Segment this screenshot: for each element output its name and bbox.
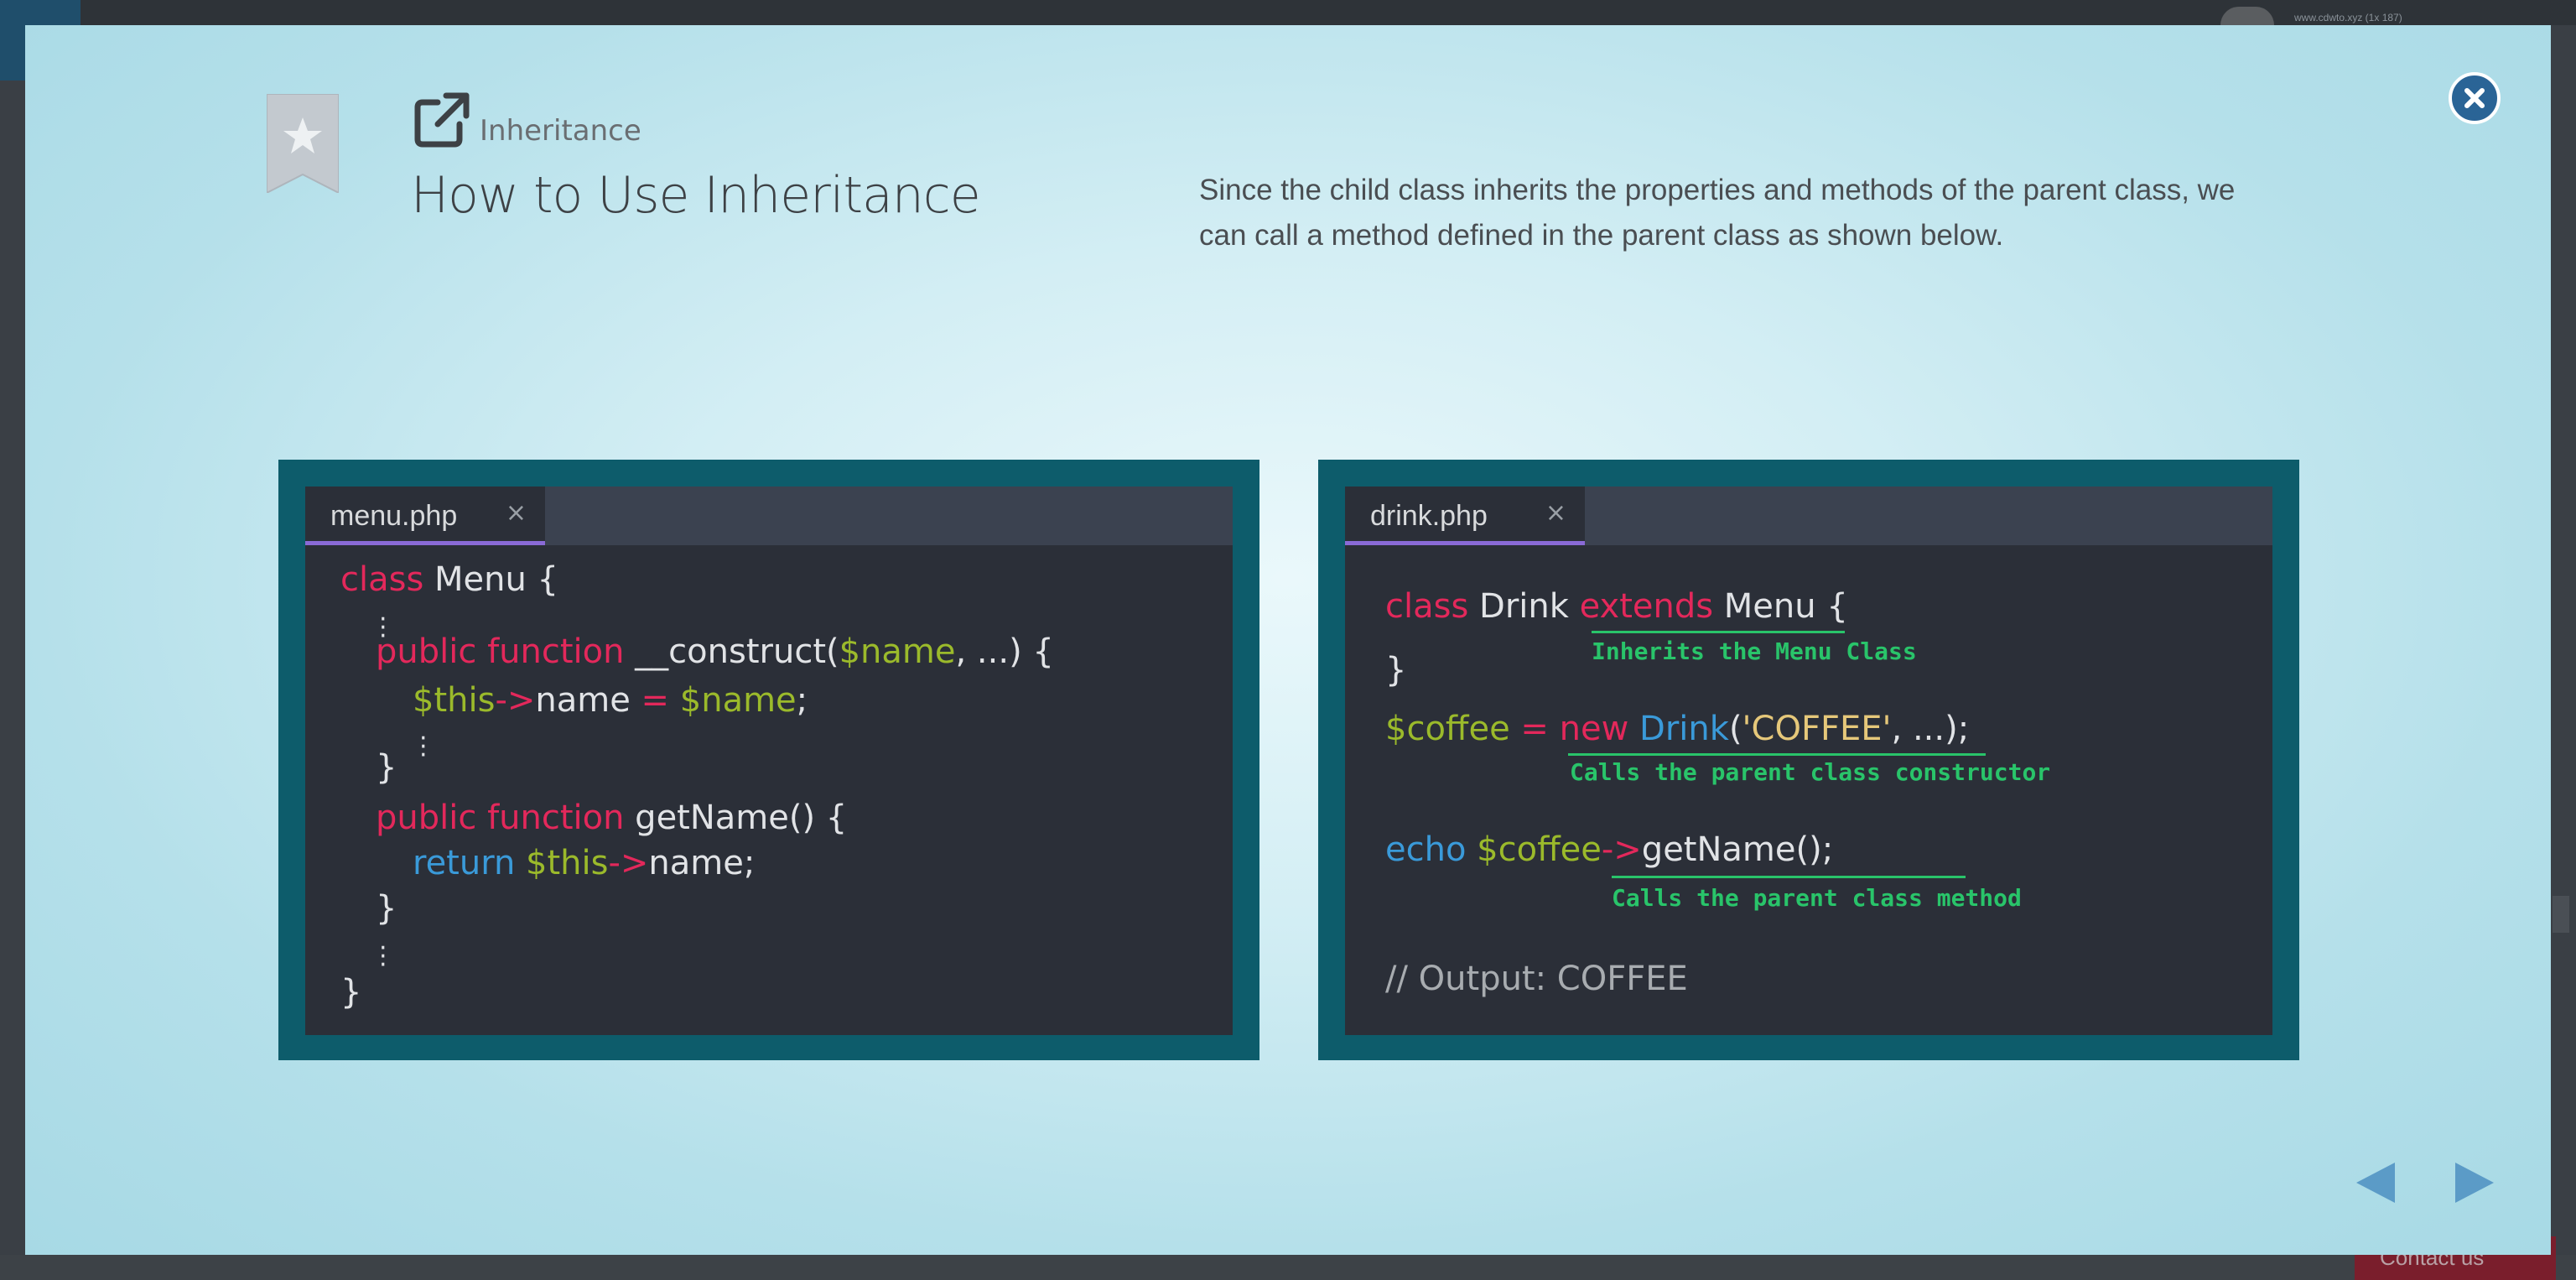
code-token: }	[1385, 651, 1407, 689]
code-line: }	[1385, 651, 1406, 689]
code-line: }	[340, 973, 361, 1012]
code-token: =	[641, 681, 670, 720]
code-editor: drink.php × class Drink extends Menu { I…	[1345, 487, 2272, 1035]
code-token: , ...) {	[955, 632, 1054, 671]
code-token: echo	[1385, 830, 1467, 869]
annotation-underline	[1568, 753, 1986, 756]
tab-close-icon[interactable]: ×	[1545, 498, 1566, 528]
code-token: extends	[1579, 587, 1714, 626]
tab-close-icon[interactable]: ×	[506, 498, 527, 528]
code-token: ->	[608, 844, 649, 882]
tab-menu-php[interactable]: menu.php ×	[305, 487, 545, 545]
code-token: }	[340, 973, 362, 1012]
code-token: class	[340, 560, 424, 599]
annotation-method: Calls the parent class method	[1612, 884, 2022, 912]
background-bottom-bar	[0, 1255, 2576, 1280]
code-line: $coffee = new Drink('COFFEE', ...);	[1385, 710, 1969, 748]
code-line: public function getName() {	[376, 799, 847, 837]
code-token: class	[1385, 587, 1469, 626]
code-panel-drink: drink.php × class Drink extends Menu { I…	[1318, 460, 2299, 1060]
code-token: , ...);	[1891, 710, 1970, 748]
code-body: class Drink extends Menu { Inherits the …	[1345, 545, 2272, 1035]
code-token: getName();	[1641, 830, 1834, 869]
prev-arrow-icon[interactable]	[2353, 1159, 2397, 1206]
external-link-icon[interactable]	[413, 91, 471, 149]
code-token: ->	[495, 681, 536, 720]
annotation-underline	[1592, 631, 1845, 633]
tab-label: menu.php	[330, 500, 458, 532]
ellipsis-icon: · · ·	[419, 724, 428, 770]
code-token: Menu {	[1713, 587, 1848, 626]
lesson-description: Since the child class inherits the prope…	[1199, 174, 2236, 252]
code-line: public function __construct($name, ...) …	[376, 632, 1054, 671]
code-token: }	[376, 748, 397, 787]
background-avatar	[2220, 7, 2274, 25]
code-line: return $this->name;	[413, 844, 755, 882]
code-line: $this->name = $name;	[413, 681, 808, 720]
code-token: $this	[515, 844, 609, 882]
code-panel-menu: menu.php × class Menu { · · · public funct…	[278, 460, 1259, 1060]
ellipsis-icon: · · ·	[379, 934, 387, 980]
annotation-underline	[1612, 876, 1966, 878]
code-token: name;	[648, 844, 756, 882]
code-line: class Menu {	[340, 560, 558, 599]
code-token: $coffee	[1385, 710, 1510, 748]
annotation-constructor: Calls the parent class constructor	[1570, 758, 2051, 786]
code-line: class Drink extends Menu {	[1385, 587, 1848, 626]
close-button[interactable]	[2449, 72, 2501, 124]
code-token: $name	[839, 632, 956, 671]
background-url-text: www.cdwto.xyz (1x 187)	[2294, 12, 2402, 23]
breadcrumb: Inheritance	[480, 114, 641, 148]
close-icon	[2464, 88, 2485, 108]
code-token: ->	[1601, 830, 1642, 869]
code-token: Drink	[1628, 710, 1729, 748]
code-token: $coffee	[1466, 830, 1602, 869]
tab-label: drink.php	[1370, 500, 1488, 532]
code-line: // Output: COFFEE	[1385, 960, 1688, 998]
code-token: getName() {	[624, 799, 848, 837]
code-token: =	[1509, 710, 1560, 748]
code-token: (	[1728, 710, 1742, 748]
code-token: name	[535, 681, 641, 720]
code-token: }	[376, 889, 397, 928]
code-token: return	[413, 844, 516, 882]
code-token: new	[1559, 710, 1629, 748]
page-title: How to Use Inheritance	[411, 166, 981, 225]
code-line: echo $coffee->getName();	[1385, 830, 1833, 869]
editor-tabbar: menu.php ×	[305, 487, 1233, 545]
lesson-modal: Inheritance How to Use Inheritance Since…	[25, 25, 2551, 1255]
editor-tabbar: drink.php ×	[1345, 487, 2272, 545]
annotation-inherits: Inherits the Menu Class	[1592, 637, 1917, 665]
code-comment: // Output: COFFEE	[1385, 960, 1688, 998]
code-editor: menu.php × class Menu { · · · public funct…	[305, 487, 1233, 1035]
background-scrollbar[interactable]	[2553, 896, 2569, 933]
code-token: Drink	[1468, 587, 1580, 626]
code-body: class Menu { · · · public function __const…	[305, 545, 1233, 1035]
code-token: $name	[669, 681, 797, 720]
bookmark-star-icon[interactable]	[267, 94, 339, 193]
code-token: public function	[376, 632, 625, 671]
code-line: }	[376, 748, 397, 787]
next-arrow-icon[interactable]	[2454, 1159, 2497, 1206]
background-topbar	[0, 0, 2576, 25]
code-token: __construct(	[624, 632, 839, 671]
code-token: $this	[413, 681, 496, 720]
code-line: }	[376, 889, 397, 928]
tab-drink-php[interactable]: drink.php ×	[1345, 487, 1585, 545]
code-token: 'COFFEE'	[1742, 710, 1892, 748]
code-token: Menu {	[423, 560, 558, 599]
code-token: ;	[796, 681, 808, 720]
code-token: public function	[376, 799, 625, 837]
